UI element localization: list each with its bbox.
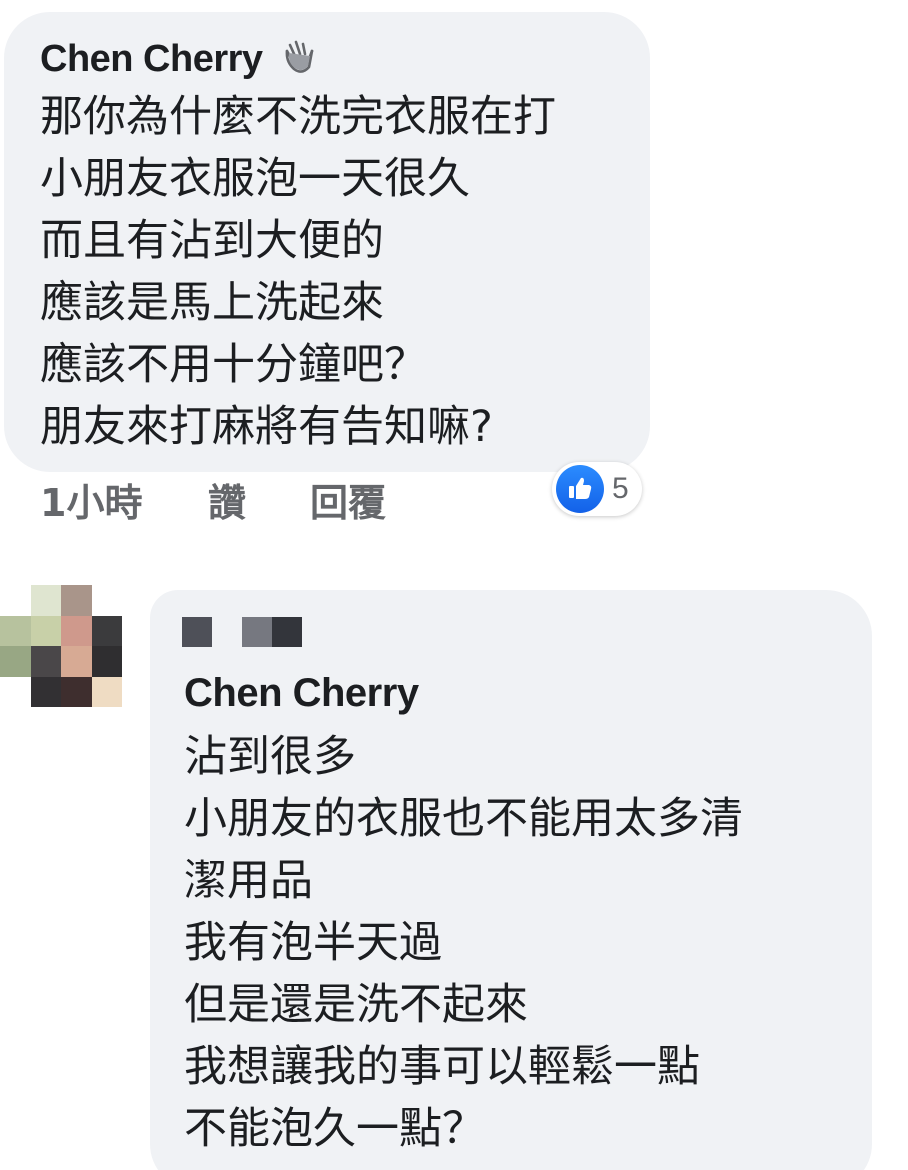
comment-line: 但是還是洗不起來 [184,980,528,1030]
avatar-pixel [0,585,31,616]
avatar-pixel [0,615,31,646]
avatar-pixel [91,676,122,707]
censored-name-block [242,617,272,647]
avatar-pixel [0,646,31,677]
reaction-summary[interactable]: 5 [552,462,642,516]
comment-line: 而且有沾到大便的 [40,216,384,266]
avatar-pixel [61,646,92,677]
avatar-pixel [61,585,92,616]
comment-line: 我想讓我的事可以輕鬆一點 [184,1042,700,1092]
avatar-pixel [30,646,61,677]
reaction-count: 5 [612,472,629,505]
avatar-pixel [91,615,122,646]
thumbs-up-icon [556,465,604,513]
censored-name-block [272,617,302,647]
comment-line: 我有泡半天過 [184,918,442,968]
avatar-pixel [30,676,61,707]
comment-line: 那你為什麼不洗完衣服在打 [40,92,556,142]
reply-button[interactable]: 回覆 [310,480,386,526]
comment-line: 應該是馬上洗起來 [40,278,384,328]
avatar-pixel [0,676,31,707]
avatar-pixel [30,615,61,646]
avatar-pixel [91,585,122,616]
comment-timestamp[interactable]: 1小時 [40,480,142,526]
comment-author-1[interactable]: Chen Cherry [40,40,263,78]
avatar-pixel [91,646,122,677]
waving-hand-icon [282,38,318,76]
avatar[interactable] [0,585,122,707]
avatar-pixel [61,615,92,646]
comment-line: 不能泡久一點？ [184,1104,485,1154]
comment-line: 潔用品 [184,856,313,906]
avatar-pixel [30,585,61,616]
comment-line: 小朋友的衣服也不能用太多清 [184,794,743,844]
comment-line: 沾到很多 [184,732,356,782]
censored-name-block [182,617,212,647]
like-button[interactable]: 讚 [208,480,246,526]
comment-line: 應該不用十分鐘吧？ [40,340,427,390]
comment-author-2[interactable]: Chen Cherry [184,673,419,713]
comment-line: 朋友來打麻將有告知嘛? [40,402,493,452]
comment-text-1: 那你為什麼不洗完衣服在打 小朋友衣服泡一天很久 而且有沾到大便的 應該是馬上洗起… [40,86,556,458]
comment-line: 小朋友衣服泡一天很久 [40,154,470,204]
comment-text-2: 沾到很多 小朋友的衣服也不能用太多清 潔用品 我有泡半天過 但是還是洗不起來 我… [184,726,743,1160]
avatar-pixel [61,676,92,707]
